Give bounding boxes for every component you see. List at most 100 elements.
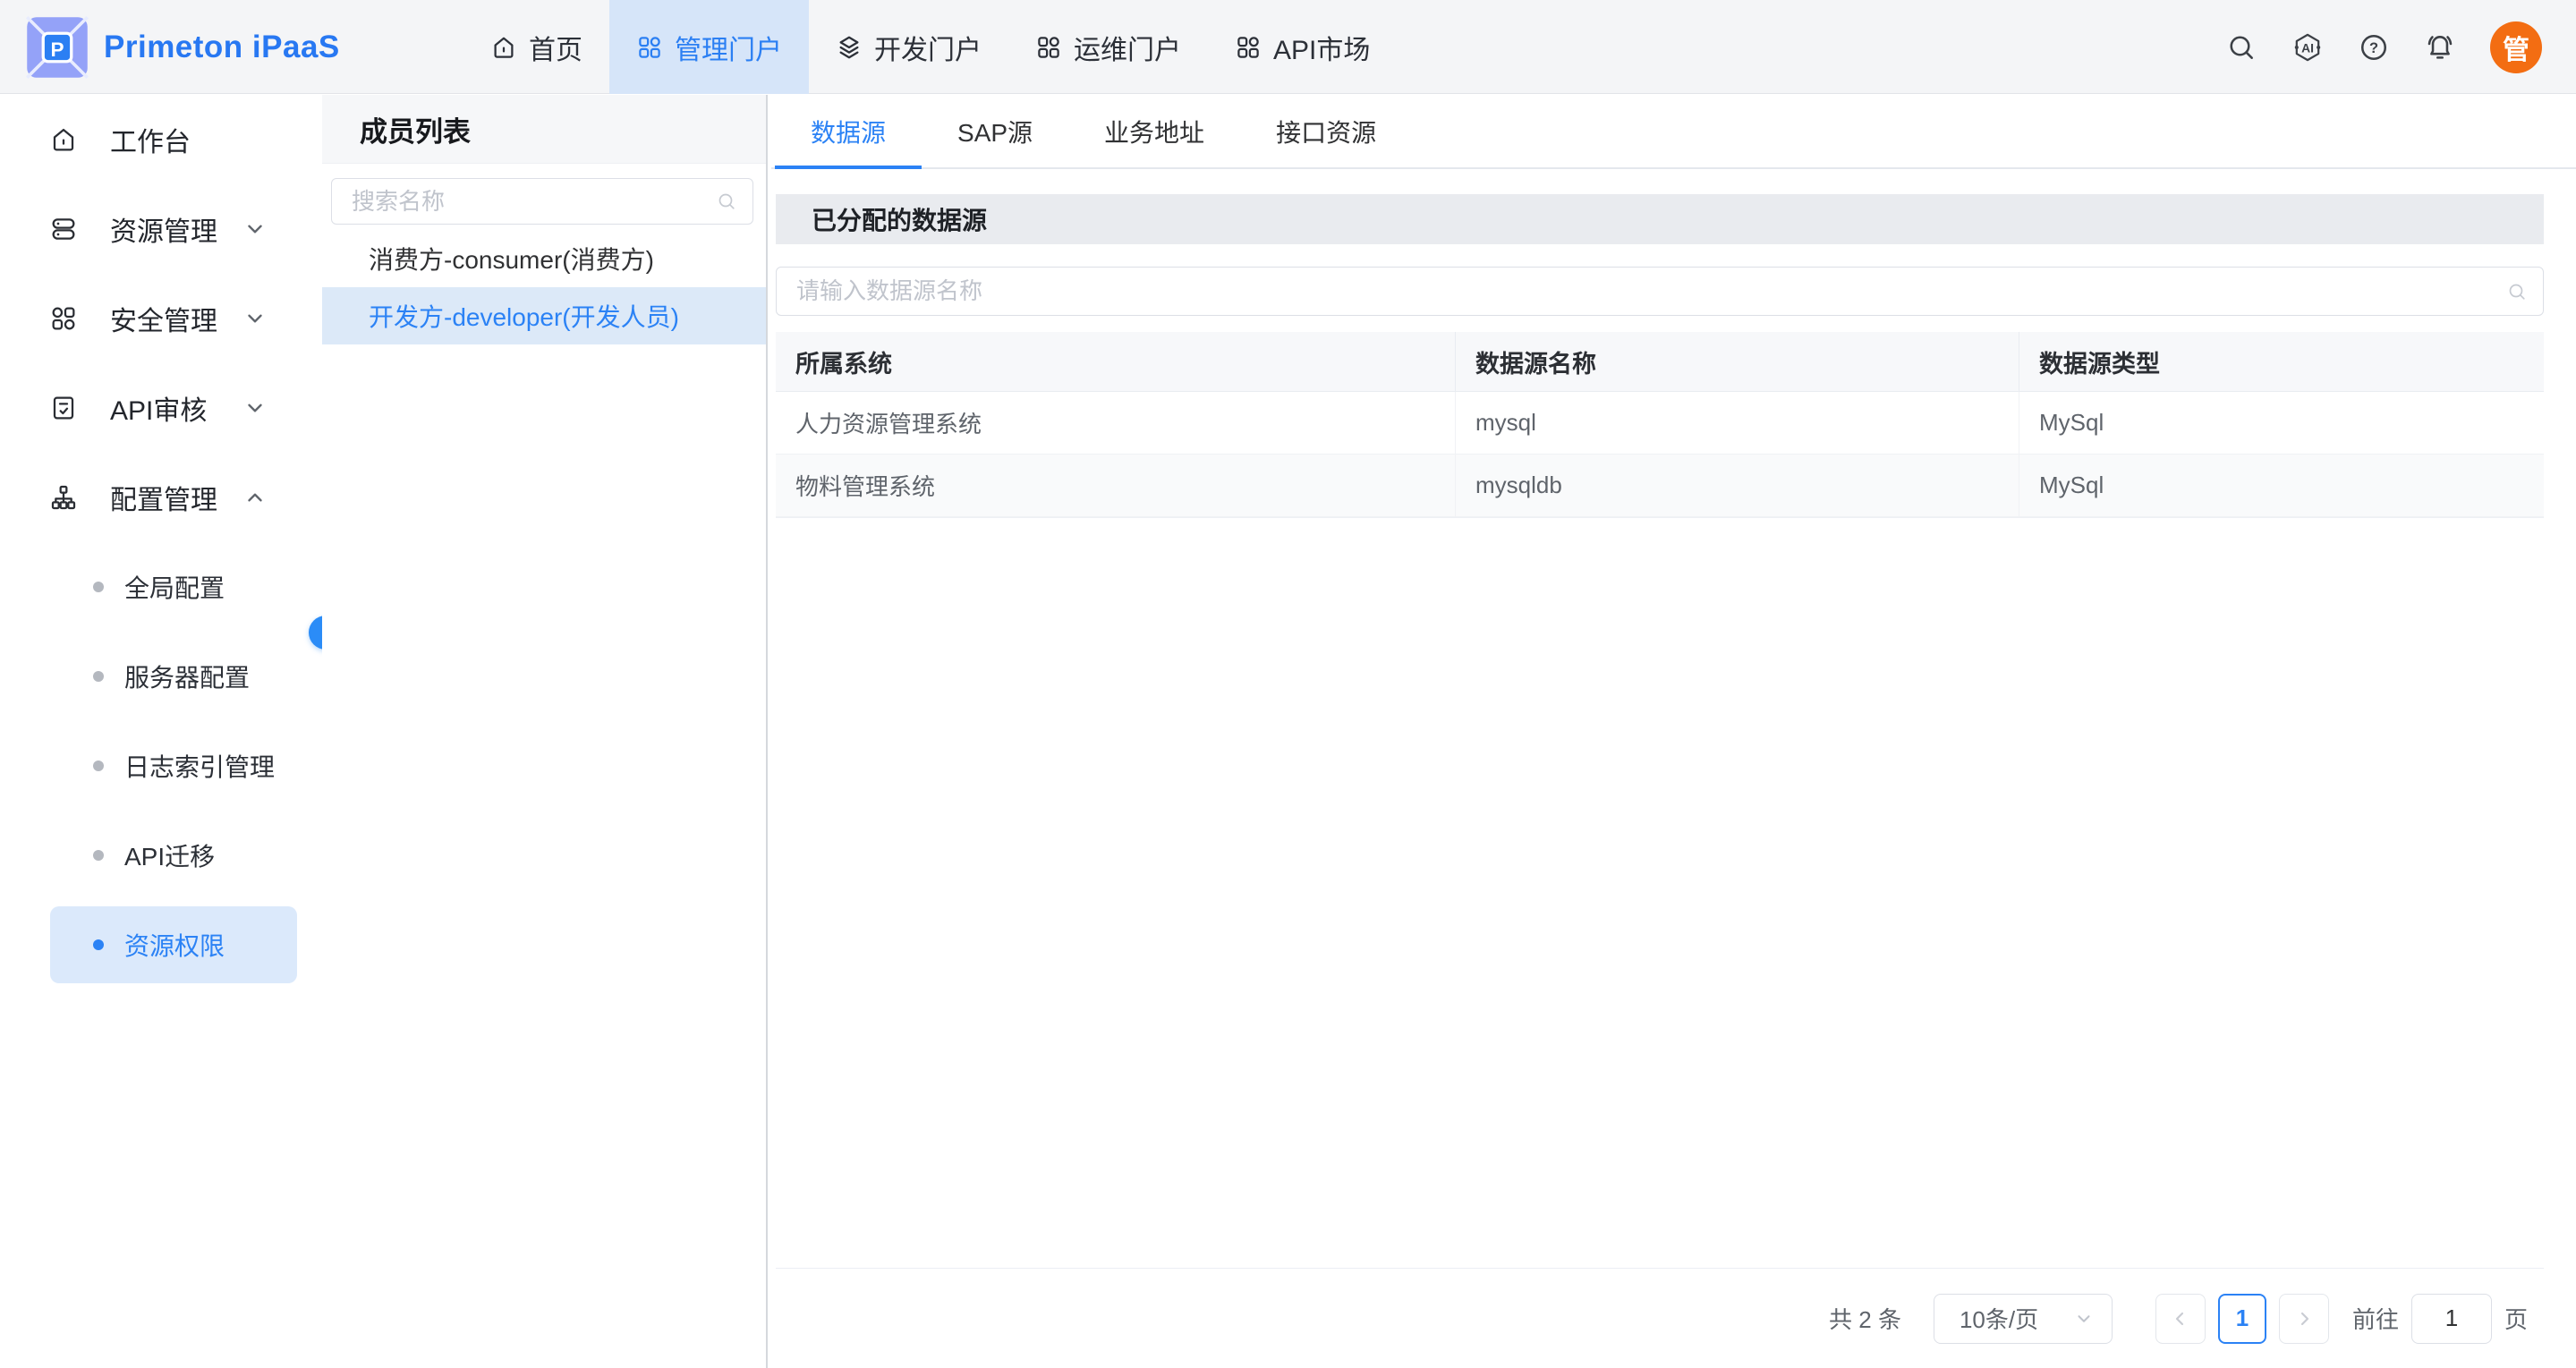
database-icon (49, 215, 78, 243)
bullet-dot (93, 939, 104, 950)
home-icon (490, 34, 517, 61)
sidebar-subitem-label: 资源权限 (124, 927, 225, 963)
cell-type: MySql (2019, 455, 2544, 516)
sidebar-subitem-log-index[interactable]: 日志索引管理 (0, 721, 322, 811)
bullet-dot (93, 850, 104, 861)
table-row[interactable]: 人力资源管理系统 mysql MySql (776, 392, 2544, 455)
chevron-down-icon (243, 396, 267, 420)
sidebar-item-label: API审核 (110, 388, 243, 428)
user-avatar[interactable]: 管 (2490, 21, 2542, 73)
column-header-type: 数据源类型 (2019, 332, 2544, 391)
page-unit-label: 页 (2504, 1302, 2528, 1335)
tab-business-address[interactable]: 业务地址 (1068, 95, 1240, 167)
grid-icon (1235, 34, 1262, 61)
nav-item-label: 运维门户 (1074, 28, 1181, 67)
member-search (331, 178, 753, 225)
sidebar-subitem-label: 全局配置 (124, 569, 225, 605)
sidebar-subitem-api-migration[interactable]: API迁移 (0, 811, 322, 900)
nav-item-label: API市场 (1273, 28, 1370, 67)
sidebar-subitem-global-config[interactable]: 全局配置 (0, 542, 322, 632)
brand-title: Primeton iPaaS (104, 30, 340, 65)
section-header: 已分配的数据源 (776, 194, 2544, 244)
prev-page-button[interactable] (2155, 1294, 2206, 1344)
bullet-dot (93, 582, 104, 592)
sidebar-item-workbench[interactable]: 工作台 (0, 95, 322, 184)
resource-tabs: 数据源 SAP源 业务地址 接口资源 (771, 95, 2576, 169)
sitemap-icon (49, 483, 78, 512)
column-header-system: 所属系统 (776, 332, 1456, 391)
chevron-down-icon (243, 217, 267, 241)
home-icon (49, 125, 78, 154)
member-list-panel: 成员列表 消费方-consumer(消费方) 开发方-developer(开发人… (322, 95, 768, 1368)
search-icon (716, 191, 737, 212)
grid-icon (49, 304, 78, 333)
goto-page-input[interactable] (2411, 1294, 2492, 1344)
datasource-search (776, 267, 2544, 316)
member-list: 消费方-consumer(消费方) 开发方-developer(开发人员) (322, 230, 766, 344)
audit-icon (49, 394, 78, 422)
sidebar-item-config-mgmt[interactable]: 配置管理 (0, 453, 322, 542)
chevron-down-icon (243, 307, 267, 330)
chevron-down-icon (2074, 1309, 2094, 1329)
page-size-select[interactable]: 10条/页 (1934, 1294, 2113, 1344)
member-list-title: 成员列表 (360, 109, 471, 149)
cell-name: mysql (1456, 392, 2019, 454)
ai-assistant-icon[interactable]: AI (2291, 31, 2324, 64)
svg-text:AI: AI (2301, 40, 2314, 55)
tab-api-resource[interactable]: 接口资源 (1240, 95, 1412, 167)
page-number-button[interactable]: 1 (2218, 1294, 2266, 1344)
sidebar-subitem-label: 日志索引管理 (124, 748, 275, 784)
sidebar-item-resource-mgmt[interactable]: 资源管理 (0, 184, 322, 274)
member-item-developer[interactable]: 开发方-developer(开发人员) (322, 287, 766, 344)
nav-item-dev-portal[interactable]: 开发门户 (809, 0, 1008, 94)
tab-label: 接口资源 (1276, 114, 1376, 149)
top-header: P Primeton iPaaS 首页 管理门户 (0, 0, 2576, 94)
svg-text:?: ? (2369, 40, 2378, 56)
cell-name: mysqldb (1456, 455, 2019, 516)
nav-item-ops-portal[interactable]: 运维门户 (1008, 0, 1208, 94)
sidebar-subitem-server-config[interactable]: 服务器配置 (0, 632, 322, 721)
svg-text:P: P (50, 38, 64, 60)
bullet-dot (93, 760, 104, 771)
grid-icon (636, 34, 663, 61)
cell-system: 人力资源管理系统 (776, 392, 1456, 454)
sidebar-item-api-audit[interactable]: API审核 (0, 363, 322, 453)
bell-icon[interactable] (2424, 31, 2456, 64)
current-page: 1 (2236, 1304, 2249, 1332)
search-icon[interactable] (2225, 31, 2257, 64)
main-content: 数据源 SAP源 业务地址 接口资源 已分配的数据源 (771, 95, 2576, 1368)
next-page-button[interactable] (2279, 1294, 2329, 1344)
pagination-bar: 共 2 条 10条/页 1 前往 页 (776, 1268, 2544, 1368)
bullet-dot (93, 671, 104, 682)
member-item-consumer[interactable]: 消费方-consumer(消费方) (322, 230, 766, 287)
sidebar-item-label: 配置管理 (110, 478, 243, 517)
logo-icon: P (25, 15, 89, 80)
nav-item-admin-portal[interactable]: 管理门户 (609, 0, 809, 94)
member-item-label: 消费方-consumer(消费方) (369, 241, 654, 276)
layers-icon (836, 34, 863, 61)
nav-item-label: 开发门户 (874, 28, 982, 67)
tab-label: SAP源 (957, 114, 1033, 149)
table-row[interactable]: 物料管理系统 mysqldb MySql (776, 455, 2544, 517)
sidebar-menu: 工作台 资源管理 安全管理 API审核 (0, 95, 322, 1368)
tab-label: 数据源 (811, 114, 886, 149)
chevron-left-icon (2170, 1308, 2191, 1330)
goto-label: 前往 (2352, 1302, 2399, 1335)
sidebar-subitem-resource-permission[interactable]: 资源权限 (0, 900, 322, 990)
sidebar-item-label: 工作台 (110, 120, 322, 159)
brand-logo: P Primeton iPaaS (25, 0, 340, 94)
tab-sap-source[interactable]: SAP源 (922, 95, 1068, 167)
help-icon[interactable]: ? (2358, 31, 2390, 64)
chevron-right-icon (2293, 1308, 2315, 1330)
cell-system: 物料管理系统 (776, 455, 1456, 516)
datasource-search-input[interactable] (776, 267, 2544, 316)
nav-item-home[interactable]: 首页 (463, 0, 609, 94)
tab-datasource[interactable]: 数据源 (775, 95, 922, 167)
member-search-input[interactable] (331, 178, 753, 225)
nav-item-api-market[interactable]: API市场 (1208, 0, 1397, 94)
nav-item-label: 首页 (529, 28, 582, 67)
search-icon (2506, 281, 2528, 302)
chevron-up-icon (243, 486, 267, 509)
table-header-row: 所属系统 数据源名称 数据源类型 (776, 332, 2544, 392)
sidebar-item-security-mgmt[interactable]: 安全管理 (0, 274, 322, 363)
